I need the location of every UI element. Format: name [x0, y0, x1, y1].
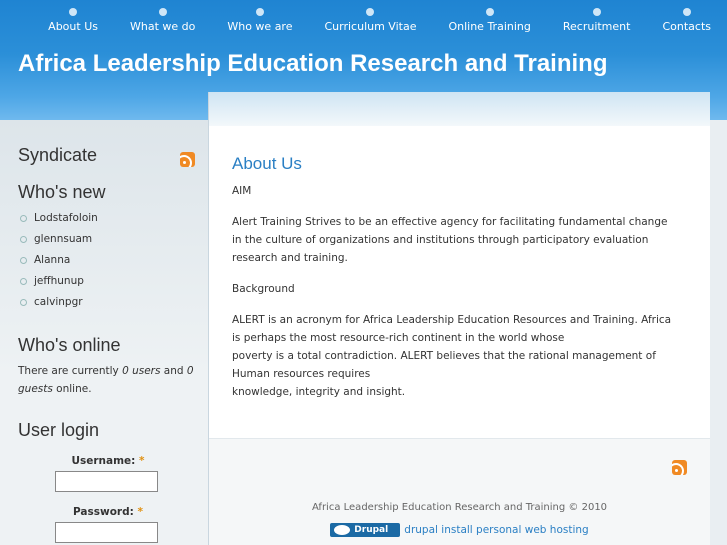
nav-label: Recruitment [562, 20, 631, 33]
background-paragraph: ALERT is an acronym for Africa Leadershi… [232, 311, 692, 401]
text-line: poverty is a total contradiction. ALERT … [232, 350, 656, 380]
password-label: Password: * [18, 506, 198, 518]
list-item[interactable]: Alanna [18, 253, 105, 274]
main-top-band [209, 92, 710, 126]
text-line: Alert Training Strives to be an effectiv… [232, 216, 668, 228]
online-suffix: online. [52, 383, 92, 395]
aim-heading: AIM [232, 185, 252, 197]
rss-icon[interactable] [672, 460, 687, 475]
hosting-link[interactable]: drupal install personal web hosting [404, 524, 588, 536]
username-input[interactable] [55, 471, 158, 492]
nav-label: Online Training [448, 20, 531, 33]
list-item[interactable]: Lodstafoloin [18, 211, 105, 232]
password-label-text: Password: [73, 506, 134, 518]
list-item[interactable]: calvinpgr [18, 295, 105, 316]
username-label-text: Username: [71, 455, 136, 467]
online-users-count: 0 users [122, 365, 161, 377]
nav-label: Who we are [227, 20, 293, 33]
drupal-badge-text: Drupal [354, 525, 389, 535]
online-prefix: There are currently [18, 365, 123, 377]
nav-dot-icon [682, 8, 691, 16]
powered-by: Drupal drupal install personal web hostin… [209, 523, 710, 537]
nav-recruitment[interactable]: Recruitment [547, 0, 647, 40]
nav-about-us[interactable]: About Us [32, 0, 114, 40]
user-login-title: User login [18, 420, 100, 440]
whos-online-block: Who's online There are currently 0 users… [18, 335, 198, 398]
nav-online-training[interactable]: Online Training [432, 0, 546, 40]
aim-paragraph: Alert Training Strives to be an effectiv… [232, 213, 692, 267]
nav-who-we-are[interactable]: Who we are [211, 0, 308, 40]
background-heading: Background [232, 283, 295, 295]
nav-label: What we do [129, 20, 196, 33]
whos-new-title: Who's new [18, 182, 106, 202]
main-nav: About Us What we do Who we are Curriculu… [32, 0, 727, 40]
main-content: About Us AIM Alert Training Strives to b… [208, 92, 710, 545]
sidebar: Syndicate Who's new Lodstafoloin glennsu… [0, 120, 208, 545]
rss-icon[interactable] [180, 152, 195, 167]
copyright-text: Africa Leadership Education Research and… [311, 502, 608, 513]
nav-dot-icon [485, 8, 494, 16]
nav-curriculum-vitae[interactable]: Curriculum Vitae [308, 0, 432, 40]
article-body: AIM Alert Training Strives to be an effe… [232, 182, 692, 414]
syndicate-title: Syndicate [18, 145, 98, 165]
drupal-badge[interactable]: Drupal [330, 523, 401, 537]
nav-contacts[interactable]: Contacts [646, 0, 727, 40]
nav-label: Curriculum Vitae [324, 20, 417, 33]
required-mark: * [139, 455, 145, 467]
user-list: Lodstafoloin glennsuam Alanna jeffhunup … [18, 211, 105, 316]
list-item[interactable]: jeffhunup [18, 274, 105, 295]
whos-online-title: Who's online [18, 335, 121, 355]
password-input[interactable] [55, 522, 158, 543]
nav-dot-icon [366, 8, 375, 16]
drupal-logo-icon [334, 525, 351, 535]
user-login-block: User login Username: * Password: * [18, 420, 198, 543]
text-line: in the culture of organizations and inst… [232, 234, 649, 264]
whos-new-block: Who's new Lodstafoloin glennsuam Alanna … [18, 182, 105, 316]
nav-dot-icon [158, 8, 167, 16]
nav-label: About Us [48, 20, 98, 33]
syndicate-block: Syndicate [18, 145, 196, 167]
nav-dot-icon [255, 8, 264, 16]
nav-label: Contacts [662, 20, 711, 33]
online-status-text: There are currently 0 users and 0 guests… [18, 362, 198, 398]
username-label: Username: * [18, 455, 198, 467]
text-line: ALERT is an acronym for Africa Leadershi… [232, 314, 672, 326]
page-title: About Us [232, 154, 302, 173]
required-mark: * [137, 506, 143, 518]
text-line: knowledge, integrity and insight. [232, 386, 406, 398]
text-line: is perhaps the most resource-rich contin… [232, 332, 565, 344]
nav-dot-icon [592, 8, 601, 16]
site-title[interactable]: Africa Leadership Education Research and… [18, 50, 608, 78]
main-footer: Africa Leadership Education Research and… [209, 438, 710, 545]
online-and: and [160, 365, 187, 377]
nav-what-we-do[interactable]: What we do [114, 0, 211, 40]
nav-dot-icon [69, 8, 78, 16]
list-item[interactable]: glennsuam [18, 232, 105, 253]
